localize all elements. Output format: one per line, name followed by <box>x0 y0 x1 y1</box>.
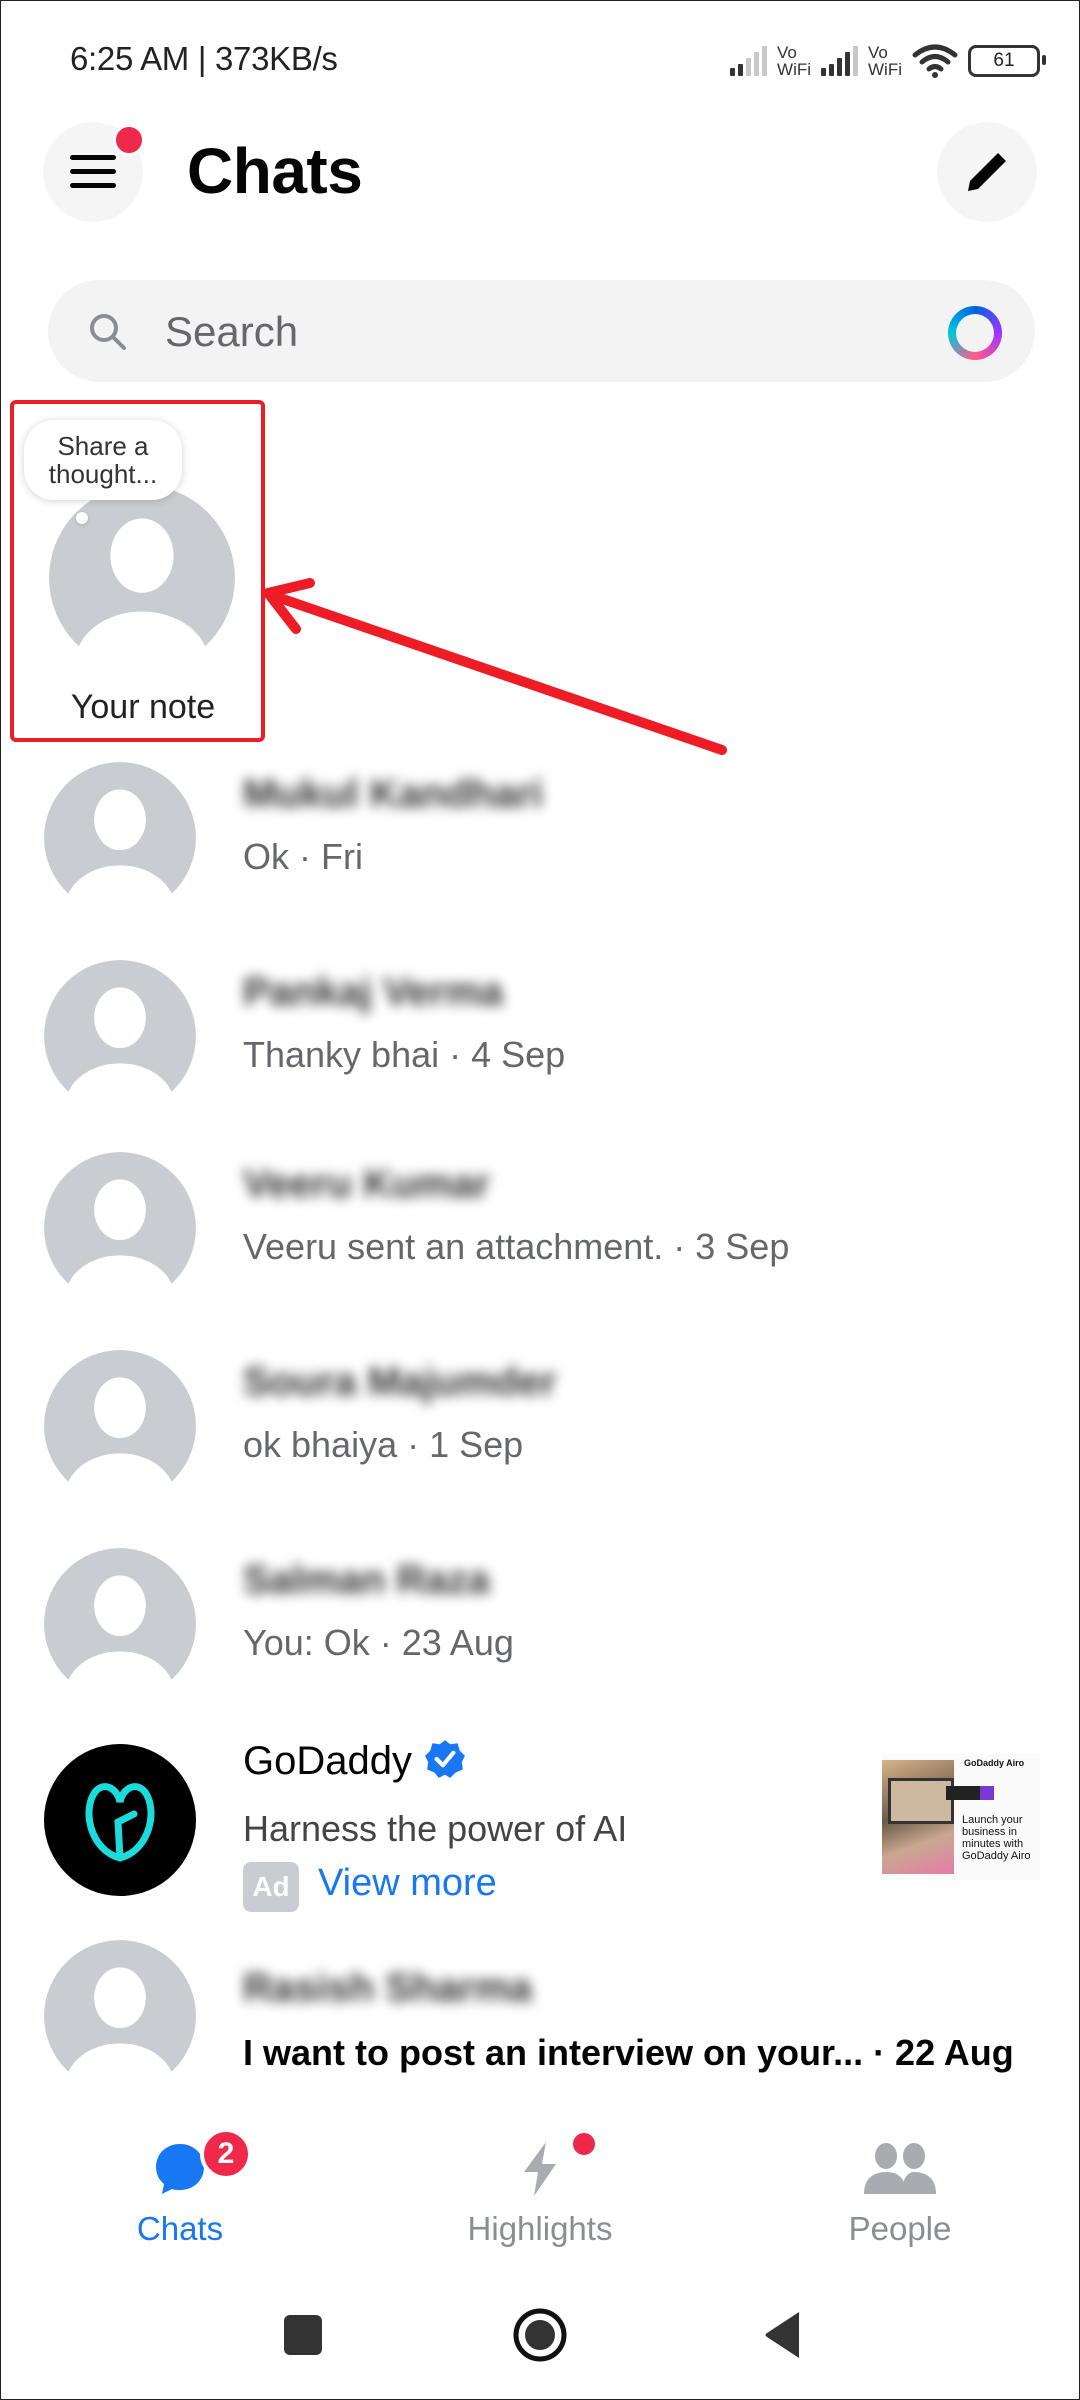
avatar <box>44 960 196 1112</box>
contact-name: Rasish Sharma <box>243 1966 533 2010</box>
home-button[interactable] <box>500 2300 580 2370</box>
last-message: ok bhaiya · 1 Sep <box>243 1424 524 1465</box>
contact-name: Salman Raza <box>243 1558 490 1602</box>
chat-row[interactable]: Soura Majumder ok bhaiya · 1 Sep <box>0 1340 1080 1530</box>
lightning-bolt-icon <box>524 2142 556 2196</box>
tab-label: Chats <box>136 2210 224 2247</box>
ad-thumbnail-toolbar-accent <box>980 1786 994 1800</box>
contact-name: Soura Majumder <box>243 1360 557 1404</box>
ad-thumbnail-copy: Launch your business in minutes with GoD… <box>962 1814 1031 1862</box>
highlights-notification-dot <box>570 2130 598 2158</box>
back-triangle-icon <box>765 2312 799 2358</box>
avatar <box>44 1350 196 1502</box>
last-message: I want to post an interview on your... ·… <box>243 2032 1014 2073</box>
tab-chats[interactable]: 2 Chats <box>80 2128 280 2248</box>
ad-badge: Ad <box>243 1862 299 1912</box>
contact-name: Mukul Kandhari <box>243 772 544 816</box>
avatar <box>44 1152 196 1304</box>
tab-label: Highlights <box>467 2210 613 2247</box>
last-message: Ok · Fri <box>243 836 363 877</box>
verified-badge-icon <box>425 1740 465 1778</box>
chat-row[interactable]: Mukul Kandhari Ok · Fri <box>0 752 1080 942</box>
avatar <box>44 1940 196 2092</box>
recents-button[interactable] <box>263 2300 343 2370</box>
chat-row[interactable]: Salman Raza You: Ok · 23 Aug <box>0 1538 1080 1728</box>
tab-people[interactable]: People <box>800 2140 1000 2248</box>
ad-thumbnail[interactable]: GoDaddy Airo Launch your business in min… <box>882 1754 1040 1880</box>
contact-name: Pankaj Verma <box>243 970 504 1014</box>
godaddy-logo <box>44 1744 196 1896</box>
ad-message: Harness the power of AI <box>243 1808 628 1849</box>
ad-sender-name: GoDaddy <box>243 1738 466 1784</box>
last-message: Veeru sent an attachment. · 3 Sep <box>243 1226 790 1267</box>
last-message: You: Ok · 23 Aug <box>243 1622 514 1663</box>
last-message: Thanky bhai · 4 Sep <box>243 1034 566 1075</box>
godaddy-logo-icon <box>85 1783 155 1862</box>
tab-highlights[interactable]: Highlights <box>440 2130 640 2248</box>
home-circle-icon <box>513 2308 567 2362</box>
square-icon <box>284 2315 322 2355</box>
back-button[interactable] <box>743 2300 823 2370</box>
chats-unread-badge: 2 <box>200 2128 252 2180</box>
chat-row[interactable]: Veeru Kumar Veeru sent an attachment. · 3… <box>0 1142 1080 1332</box>
ad-thumbnail-brand: GoDaddy Airo <box>964 1758 1025 1768</box>
ad-thumbnail-laptop <box>888 1778 954 1824</box>
people-icon <box>864 2143 936 2194</box>
annotation-arrow <box>263 578 727 755</box>
chat-row[interactable]: Pankaj Verma Thanky bhai · 4 Sep <box>0 950 1080 1140</box>
tab-label: People <box>848 2210 952 2247</box>
avatar <box>44 762 196 914</box>
view-more-link[interactable]: View more <box>318 1862 497 1905</box>
ad-name-text: GoDaddy <box>243 1739 412 1783</box>
contact-name: Veeru Kumar <box>243 1162 490 1206</box>
avatar <box>44 1548 196 1700</box>
